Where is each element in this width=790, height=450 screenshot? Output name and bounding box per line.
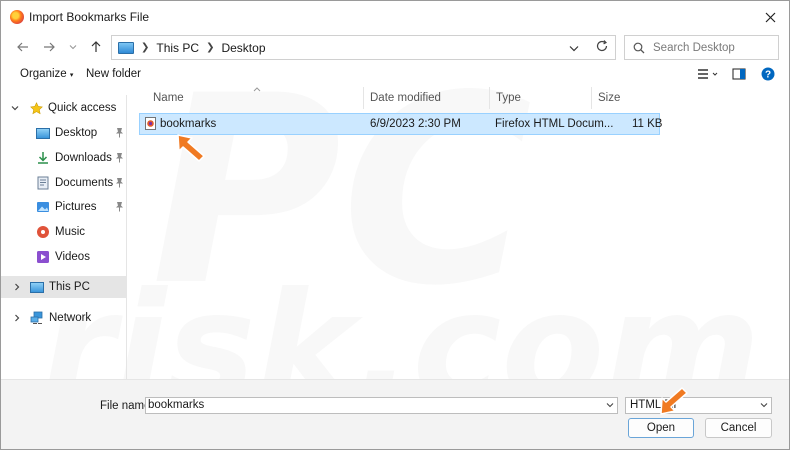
annotation-arrow-icon <box>660 387 688 415</box>
forward-button[interactable] <box>39 37 59 57</box>
sidebar-item-downloads[interactable]: Downloads <box>1 147 127 169</box>
up-arrow-icon <box>91 41 101 52</box>
sidebar-item-label: Videos <box>55 251 90 263</box>
chevron-down-icon <box>569 46 579 52</box>
sidebar-item-videos[interactable]: Videos <box>1 246 127 268</box>
file-name-input[interactable]: bookmarks <box>145 397 618 414</box>
sidebar-item-pictures[interactable]: Pictures <box>1 196 127 218</box>
import-bookmarks-dialog: PC risk.com Import Bookmarks File ❯ This… <box>0 0 790 450</box>
back-button[interactable] <box>13 37 33 57</box>
this-pc-icon <box>118 41 134 54</box>
forward-arrow-icon <box>44 42 55 52</box>
file-list: Name Date modified Type Size bookmarks 6… <box>129 87 787 379</box>
file-name-value: bookmarks <box>148 399 205 411</box>
search-placeholder: Search Desktop <box>653 41 735 54</box>
desktop-folder-icon <box>36 127 50 139</box>
preview-pane-icon <box>732 68 746 80</box>
preview-pane-button[interactable] <box>732 68 746 83</box>
search-box[interactable]: Search Desktop <box>624 35 779 60</box>
pictures-folder-icon <box>37 202 49 212</box>
help-button[interactable]: ? <box>761 67 775 84</box>
open-button[interactable]: Open <box>628 418 694 438</box>
address-bar[interactable]: ❯ This PC ❯ Desktop <box>111 35 616 60</box>
sidebar-item-desktop[interactable]: Desktop <box>1 122 127 144</box>
sidebar-item-this-pc[interactable]: This PC <box>1 276 127 298</box>
chevron-down-icon <box>69 45 77 50</box>
organize-label: Organize <box>20 68 67 80</box>
recent-locations-button[interactable] <box>63 37 83 57</box>
file-name: bookmarks <box>160 118 217 130</box>
column-header-date-modified[interactable]: Date modified <box>364 87 490 109</box>
close-button[interactable] <box>759 7 781 27</box>
sidebar-item-music[interactable]: Music <box>1 221 127 243</box>
pin-icon <box>116 202 123 212</box>
command-bar: Organize ▾ New folder ? <box>1 64 789 86</box>
file-type-select[interactable]: HTML Fil <box>625 397 772 414</box>
breadcrumb-separator-icon: ❯ <box>141 42 150 53</box>
annotation-arrow-icon <box>177 134 205 162</box>
this-pc-label: This PC <box>49 281 90 293</box>
chevron-down-icon <box>760 403 768 408</box>
file-row-bookmarks[interactable]: bookmarks 6/9/2023 2:30 PM Firefox HTML … <box>139 113 663 135</box>
chevron-right-icon <box>15 314 20 322</box>
address-dropdown-button[interactable] <box>569 41 579 55</box>
network-label: Network <box>49 312 92 324</box>
sidebar-item-label: Documents <box>55 177 114 189</box>
chevron-right-icon <box>15 283 20 291</box>
quick-access-label: Quick access <box>48 102 117 114</box>
firefox-icon <box>10 10 24 24</box>
downloads-folder-icon <box>38 152 48 164</box>
sidebar-item-documents[interactable]: Documents <box>1 172 127 194</box>
this-pc-icon <box>30 281 44 293</box>
list-view-icon <box>698 69 718 79</box>
sidebar-item-label: Music <box>55 226 86 238</box>
navigation-pane: Quick access Desktop Downloads Documents… <box>1 95 127 379</box>
column-header-type[interactable]: Type <box>490 87 592 109</box>
breadcrumb-this-pc[interactable]: This PC <box>156 41 199 55</box>
breadcrumb-separator-icon: ❯ <box>206 42 215 53</box>
svg-text:?: ? <box>765 70 771 81</box>
column-header-name[interactable]: Name <box>147 87 364 109</box>
pin-icon <box>116 128 123 138</box>
network-icon <box>30 311 43 324</box>
refresh-icon <box>596 40 608 52</box>
breadcrumb-desktop[interactable]: Desktop <box>221 41 265 55</box>
firefox-html-file-icon <box>145 117 156 130</box>
column-header-size[interactable]: Size <box>592 87 662 109</box>
pin-icon <box>116 178 123 188</box>
pin-icon <box>116 153 123 163</box>
up-button[interactable] <box>86 37 106 57</box>
back-arrow-icon <box>17 42 28 52</box>
chevron-down-icon <box>606 403 614 408</box>
music-folder-icon <box>37 226 49 238</box>
documents-folder-icon <box>37 176 49 190</box>
dropdown-arrow-icon: ▾ <box>69 72 74 79</box>
star-icon <box>30 101 43 114</box>
sidebar-item-label: Desktop <box>55 127 98 139</box>
videos-folder-icon <box>37 251 49 263</box>
sidebar-item-network[interactable]: Network <box>1 307 127 329</box>
navigation-bar: ❯ This PC ❯ Desktop Search Desktop <box>1 33 789 61</box>
sidebar-item-label: Downloads <box>55 152 112 164</box>
new-folder-button[interactable]: New folder <box>86 68 141 80</box>
view-options-button[interactable] <box>697 68 719 83</box>
file-type: Firefox HTML Docum... <box>495 118 614 130</box>
search-icon <box>633 42 645 53</box>
help-icon: ? <box>761 67 775 81</box>
file-date-modified: 6/9/2023 2:30 PM <box>370 118 461 130</box>
sidebar-item-label: Pictures <box>55 201 97 213</box>
file-size: 11 KB <box>632 118 663 130</box>
chevron-down-icon <box>11 106 19 111</box>
organize-button[interactable]: Organize ▾ <box>20 68 73 80</box>
title-bar: Import Bookmarks File <box>1 1 789 33</box>
window-title: Import Bookmarks File <box>29 10 150 24</box>
cancel-button[interactable]: Cancel <box>705 418 772 438</box>
refresh-button[interactable] <box>595 39 609 56</box>
close-icon <box>765 12 775 22</box>
sidebar-item-quick-access[interactable]: Quick access <box>1 97 127 119</box>
